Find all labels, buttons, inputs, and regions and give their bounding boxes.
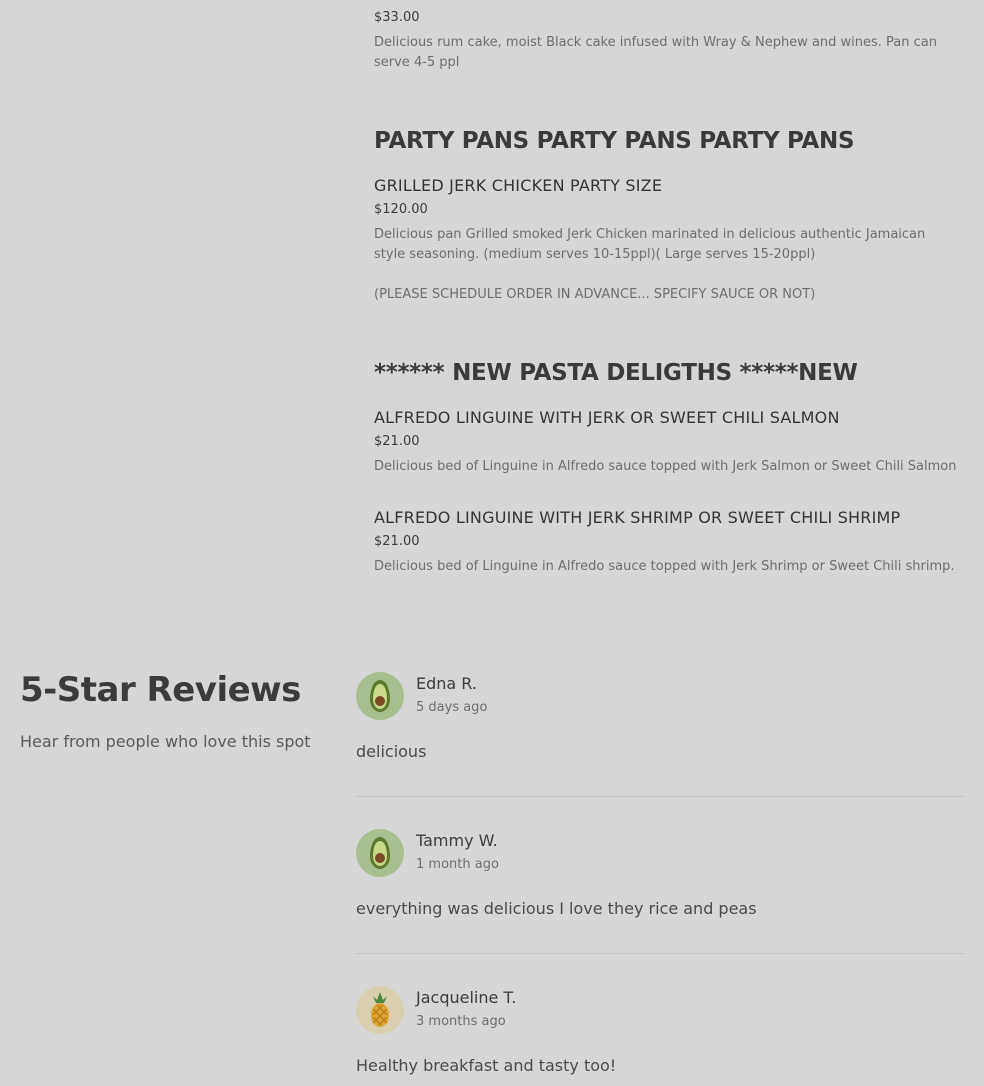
divider	[356, 796, 964, 797]
review-date: 3 months ago	[416, 1014, 506, 1029]
review-date: 1 month ago	[416, 857, 499, 872]
menu-item-price: $33.00	[374, 10, 420, 25]
menu-item-description: Delicious pan Grilled smoked Jerk Chicke…	[374, 227, 926, 262]
review-text: delicious	[356, 742, 427, 761]
menu-item-price: $120.00	[374, 202, 428, 217]
reviewer-name[interactable]: Jacqueline T.	[416, 988, 516, 1007]
divider	[356, 953, 964, 954]
avatar	[356, 672, 404, 720]
pasta-heading: ****** NEW PASTA DELIGTHS *****NEW	[374, 360, 858, 386]
menu-item-name[interactable]: GRILLED JERK CHICKEN PARTY SIZE	[374, 176, 662, 195]
avatar	[356, 986, 404, 1034]
reviewer-name[interactable]: Tammy W.	[416, 831, 498, 850]
reviews-subtitle: Hear from people who love this spot	[20, 732, 311, 751]
avatar	[356, 829, 404, 877]
review-date: 5 days ago	[416, 700, 488, 715]
review-text: Healthy breakfast and tasty too!	[356, 1056, 617, 1075]
reviewer-name[interactable]: Edna R.	[416, 674, 477, 693]
menu-item-price: $21.00	[374, 534, 420, 549]
avocado-icon	[370, 680, 390, 712]
menu-item-name[interactable]: ALFREDO LINGUINE WITH JERK SHRIMP OR SWE…	[374, 508, 900, 527]
review-text: everything was delicious I love they ric…	[356, 899, 757, 918]
menu-item-description: Delicious bed of Linguine in Alfredo sau…	[374, 459, 957, 474]
menu-item-description: Delicious bed of Linguine in Alfredo sau…	[374, 559, 955, 574]
pineapple-icon	[371, 992, 389, 1027]
menu-item-price: $21.00	[374, 434, 420, 449]
avocado-icon	[370, 837, 390, 869]
menu-item-name[interactable]: ALFREDO LINGUINE WITH JERK OR SWEET CHIL…	[374, 408, 840, 427]
reviews-header: 5-Star Reviews Hear from people who love…	[20, 670, 311, 751]
party-pans-heading: PARTY PANS PARTY PANS PARTY PANS	[374, 128, 855, 154]
menu-item-description: Delicious rum cake, moist Black cake inf…	[374, 35, 937, 70]
reviews-title: 5-Star Reviews	[20, 670, 301, 710]
menu-item-note: (PLEASE SCHEDULE ORDER IN ADVANCE... SPE…	[374, 287, 816, 302]
